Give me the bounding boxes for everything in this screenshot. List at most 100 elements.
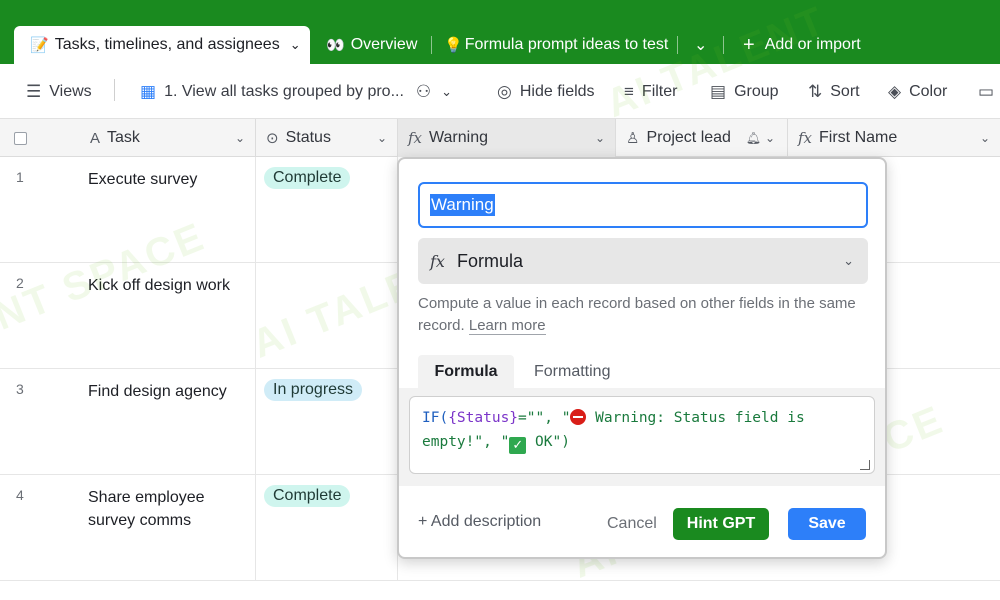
views-button[interactable]: ☰ Views: [26, 64, 92, 119]
row-height-icon: ▭: [978, 81, 995, 101]
sort-button[interactable]: ⇅ Sort: [808, 64, 860, 119]
formula-ok-string: OK"): [526, 434, 570, 450]
chevron-down-icon: ⌄: [843, 253, 854, 268]
more-tabs-button[interactable]: ⌄: [694, 26, 707, 64]
column-header-project-lead[interactable]: ♙ Project lead ⌄ 🔔︎: [616, 119, 788, 157]
tab-label: Formula prompt ideas to test: [464, 36, 669, 53]
chevron-down-icon[interactable]: ⌄: [290, 37, 301, 53]
column-label: Status: [285, 129, 331, 146]
resize-handle-icon[interactable]: [860, 460, 870, 470]
table-tab-bar: 📝 Tasks, timelines, and assignees ⌄ 👀 Ov…: [0, 0, 1000, 64]
filter-button[interactable]: ≡ Filter: [624, 64, 677, 119]
filter-icon: ≡: [624, 81, 634, 101]
no-entry-icon: [570, 409, 587, 425]
formula-icon: fx: [408, 129, 423, 147]
bell-icon[interactable]: 🔔︎: [746, 131, 761, 145]
task-cell[interactable]: Kick off design work: [0, 263, 256, 369]
field-config-dialog: Warning fx Formula ⌄ Compute a value in …: [397, 157, 887, 559]
group-button[interactable]: ▤ Group: [710, 64, 779, 119]
user-icon: ♙: [626, 130, 640, 147]
grid-header: A Task ⌄ ⊙ Status ⌄ fx Warning ⌄ ♙ Proje…: [0, 119, 1000, 157]
checkbox-icon: [14, 131, 27, 145]
hide-fields-button[interactable]: ◎ Hide fields: [497, 64, 595, 119]
current-view-selector[interactable]: ▦ 1. View all tasks grouped by pro... ⚇ …: [140, 64, 452, 119]
column-header-task[interactable]: A Task ⌄: [76, 119, 256, 157]
status-cell[interactable]: Complete: [256, 157, 398, 263]
status-cell[interactable]: In progress: [256, 369, 398, 475]
learn-more-link[interactable]: Learn more: [468, 317, 546, 335]
app-window: 📝 Tasks, timelines, and assignees ⌄ 👀 Ov…: [0, 0, 1000, 600]
field-name-text: Warning: [430, 194, 495, 216]
chevron-down-icon[interactable]: ⌄: [765, 131, 775, 145]
check-mark-icon: ✓: [509, 437, 527, 454]
status-badge: Complete: [264, 167, 351, 189]
tab-overview[interactable]: 👀 Overview: [326, 26, 417, 64]
tab-label: Overview: [350, 36, 418, 53]
formula-function: IF(: [422, 410, 449, 426]
tab-tasks[interactable]: 📝 Tasks, timelines, and assignees ⌄: [14, 26, 310, 64]
save-button[interactable]: Save: [788, 508, 866, 540]
tab-formula-prompts[interactable]: 💡 Formula prompt ideas to test: [444, 26, 668, 64]
formula-icon: fx: [798, 129, 813, 147]
add-or-import-button[interactable]: + Add or import: [743, 26, 861, 64]
tab-formula[interactable]: Formula: [418, 355, 514, 388]
add-or-import-label: Add or import: [764, 36, 861, 53]
field-type-select[interactable]: fx Formula ⌄: [418, 238, 868, 284]
hint-gpt-button[interactable]: Hint GPT: [673, 508, 769, 540]
field-type-label: Formula: [456, 250, 523, 271]
toolbar-divider: [114, 79, 115, 101]
plus-icon: +: [743, 33, 755, 56]
sort-icon: ⇅: [808, 81, 823, 101]
tab-divider: [431, 36, 432, 54]
tab-divider: [723, 36, 724, 54]
text-field-icon: A: [90, 129, 101, 147]
hamburger-icon: ☰: [26, 81, 42, 101]
status-cell[interactable]: Complete: [256, 475, 398, 581]
tab-label: Tasks, timelines, and assignees: [54, 36, 280, 53]
eyes-icon: 👀: [326, 37, 345, 54]
view-name: 1. View all tasks grouped by pro...: [164, 82, 404, 100]
chevron-down-icon[interactable]: ⌄: [595, 131, 605, 145]
task-cell[interactable]: Find design agency: [0, 369, 256, 475]
column-header-first-name[interactable]: fx First Name ⌄: [788, 119, 1000, 157]
view-toolbar: ☰ Views ▦ 1. View all tasks grouped by p…: [0, 64, 1000, 119]
group-label: Group: [734, 82, 779, 100]
column-label: Task: [107, 129, 140, 146]
formula-icon: fx: [430, 251, 445, 271]
row-height-button[interactable]: ▭: [978, 64, 1000, 119]
color-label: Color: [909, 82, 948, 100]
status-badge: Complete: [264, 485, 351, 507]
hide-fields-label: Hide fields: [519, 82, 595, 100]
paint-bucket-icon: ◈: [888, 81, 902, 101]
sort-label: Sort: [830, 82, 860, 100]
task-cell[interactable]: Execute survey: [0, 157, 256, 263]
filter-label: Filter: [641, 82, 678, 100]
lightbulb-icon: 💡: [444, 37, 463, 54]
status-select-icon: ⊙: [266, 130, 279, 147]
column-label: Warning: [429, 129, 488, 146]
color-button[interactable]: ◈ Color: [888, 64, 947, 119]
people-icon: ⚇: [415, 81, 432, 101]
select-all-checkbox[interactable]: [0, 119, 76, 157]
status-cell[interactable]: [256, 263, 398, 369]
formula-editor[interactable]: IF({Status}="", " Warning: Status field …: [409, 396, 875, 474]
tab-formatting[interactable]: Formatting: [534, 355, 610, 388]
column-header-status[interactable]: ⊙ Status ⌄: [256, 119, 398, 157]
views-label: Views: [49, 82, 92, 100]
chevron-down-icon[interactable]: ⌄: [377, 131, 387, 145]
chevron-down-icon[interactable]: ⌄: [980, 131, 990, 145]
grid-view-icon: ▦: [140, 81, 157, 101]
chevron-down-icon[interactable]: ⌄: [235, 131, 245, 145]
formula-field-ref: {Status}: [448, 410, 519, 426]
formula-editor-panel: IF({Status}="", " Warning: Status field …: [399, 388, 885, 486]
chevron-down-icon: ⌄: [441, 83, 453, 99]
column-header-warning[interactable]: fx Warning ⌄: [398, 119, 616, 157]
field-name-input[interactable]: Warning: [418, 182, 868, 228]
task-cell[interactable]: Share employee survey comms: [0, 475, 256, 581]
column-label: Project lead: [646, 129, 731, 146]
eye-slash-icon: ◎: [497, 81, 512, 101]
add-description-button[interactable]: + Add description: [418, 513, 541, 531]
formula-operator: ="", ": [518, 410, 571, 426]
chevron-down-icon: ⌄: [694, 37, 708, 54]
cancel-button[interactable]: Cancel: [607, 515, 657, 533]
